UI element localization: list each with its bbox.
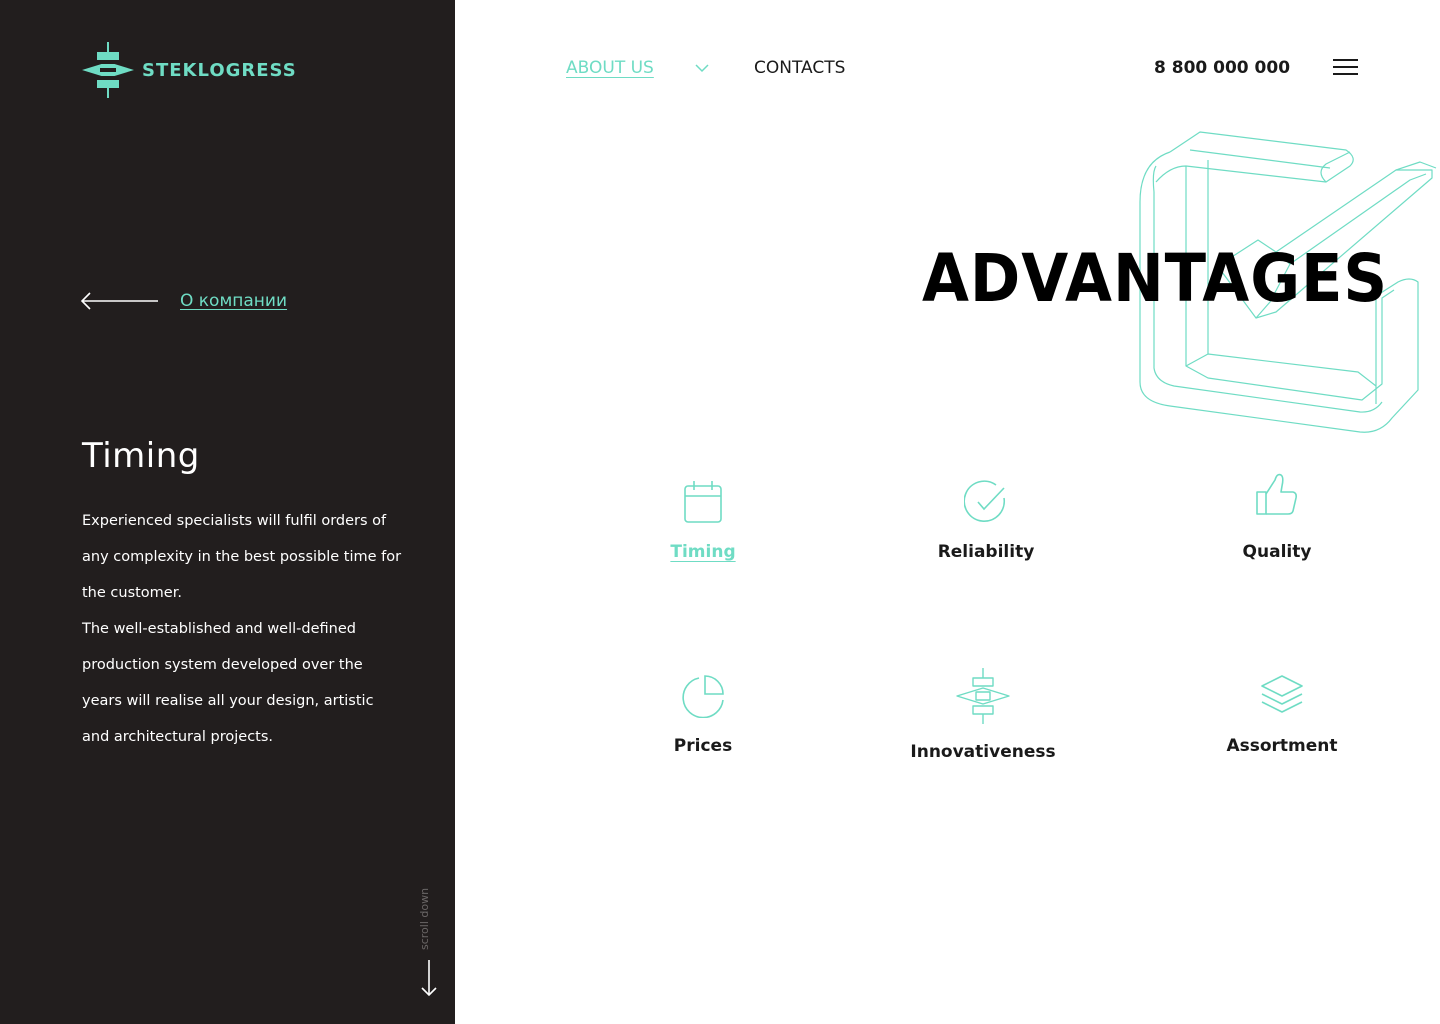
pie-chart-icon xyxy=(682,675,724,718)
back-link-label: О компании xyxy=(180,291,288,311)
logo-link[interactable]: STEKLOGRESS xyxy=(80,42,297,98)
advantage-detail-text: Experienced specialists will fulfil orde… xyxy=(82,513,402,745)
nav-about-us[interactable]: ABOUT US xyxy=(566,58,654,78)
advantage-item-assortment[interactable]: Assortment xyxy=(1182,674,1382,756)
back-link[interactable]: О компании xyxy=(80,288,287,314)
logo-mark-icon xyxy=(82,42,134,98)
layers-icon xyxy=(1261,675,1303,713)
advantage-label: Timing xyxy=(670,542,736,562)
logo-text: STEKLOGRESS xyxy=(142,59,297,81)
advantage-label: Prices xyxy=(673,736,733,756)
advantage-item-timing[interactable]: Timing xyxy=(603,480,803,562)
calendar-icon xyxy=(684,481,722,523)
advantage-label: Quality xyxy=(1242,542,1312,562)
advantage-detail-title: Timing xyxy=(82,436,200,476)
advantage-item-innovativeness[interactable]: Innovativeness xyxy=(883,668,1083,762)
advantage-label: Innovativeness xyxy=(910,742,1056,762)
scroll-down-label: scroll down xyxy=(418,887,431,950)
arrow-left-icon xyxy=(80,292,158,310)
check-circle-icon xyxy=(964,480,1006,522)
scroll-down-arrow-icon[interactable] xyxy=(418,958,440,998)
advantage-item-quality[interactable]: Quality xyxy=(1177,472,1377,562)
thumbs-up-icon xyxy=(1256,473,1297,515)
nav-contacts[interactable]: CONTACTS xyxy=(754,58,845,78)
advantage-label: Reliability xyxy=(937,542,1035,562)
advantage-item-prices[interactable]: Prices xyxy=(603,674,803,756)
advantage-item-reliability[interactable]: Reliability xyxy=(886,480,1086,562)
chevron-down-icon[interactable] xyxy=(694,62,710,74)
advantage-label: Assortment xyxy=(1226,736,1338,756)
page-title: ADVANTAGES xyxy=(922,240,1389,317)
sidebar: STEKLOGRESS О компании Timing Experience… xyxy=(0,0,455,1024)
logo-star-icon xyxy=(956,668,1010,724)
phone-number[interactable]: 8 800 000 000 xyxy=(1154,58,1290,78)
menu-icon[interactable] xyxy=(1333,58,1359,76)
